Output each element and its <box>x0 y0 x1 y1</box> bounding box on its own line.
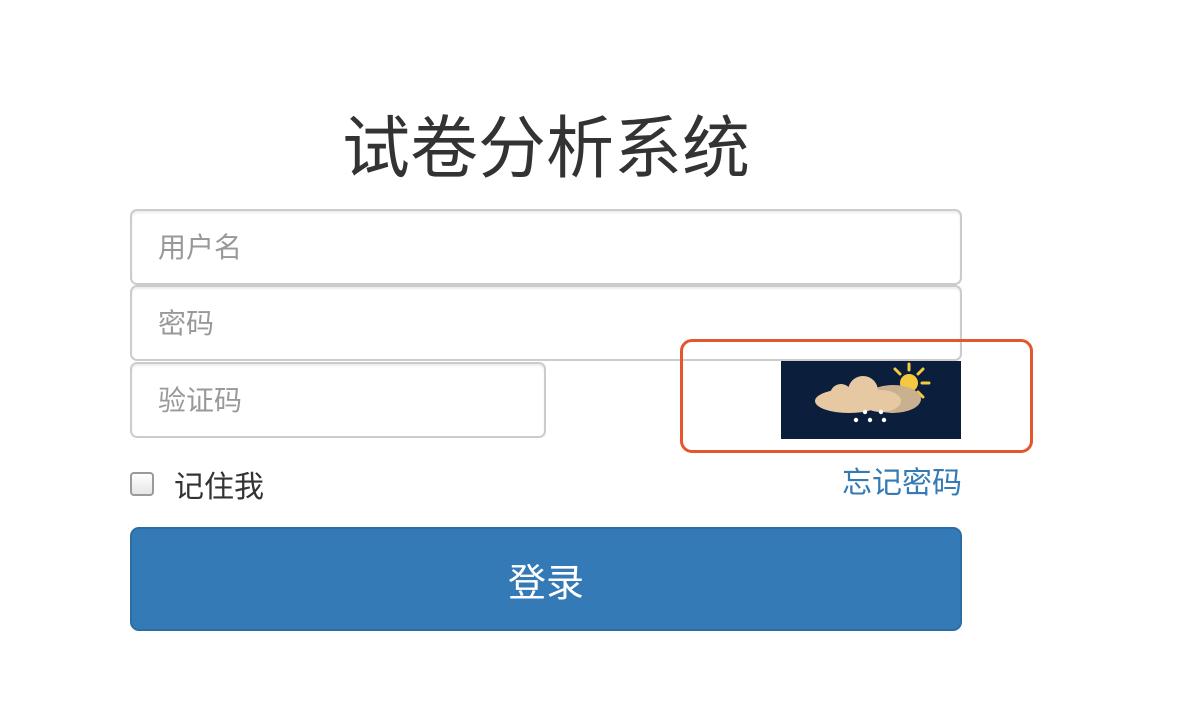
remember-me-checkbox[interactable]: 记住我 <box>130 462 264 506</box>
login-page: 试卷分析系统 用户名 验证码 记住我 忘记密码 登录 <box>0 0 1194 724</box>
captcha-input[interactable] <box>130 362 546 438</box>
username-input[interactable] <box>130 209 962 285</box>
rain-cloud-sun-icon <box>815 362 931 423</box>
captcha-image[interactable] <box>781 361 961 439</box>
page-title: 试卷分析系统 <box>341 110 750 189</box>
forgot-password-link[interactable]: 忘记密码 <box>842 462 962 506</box>
login-button[interactable]: 登录 <box>130 527 962 631</box>
password-input[interactable] <box>130 285 962 361</box>
remember-me-label: 记住我 <box>174 470 264 505</box>
checkbox-box[interactable] <box>130 472 154 496</box>
